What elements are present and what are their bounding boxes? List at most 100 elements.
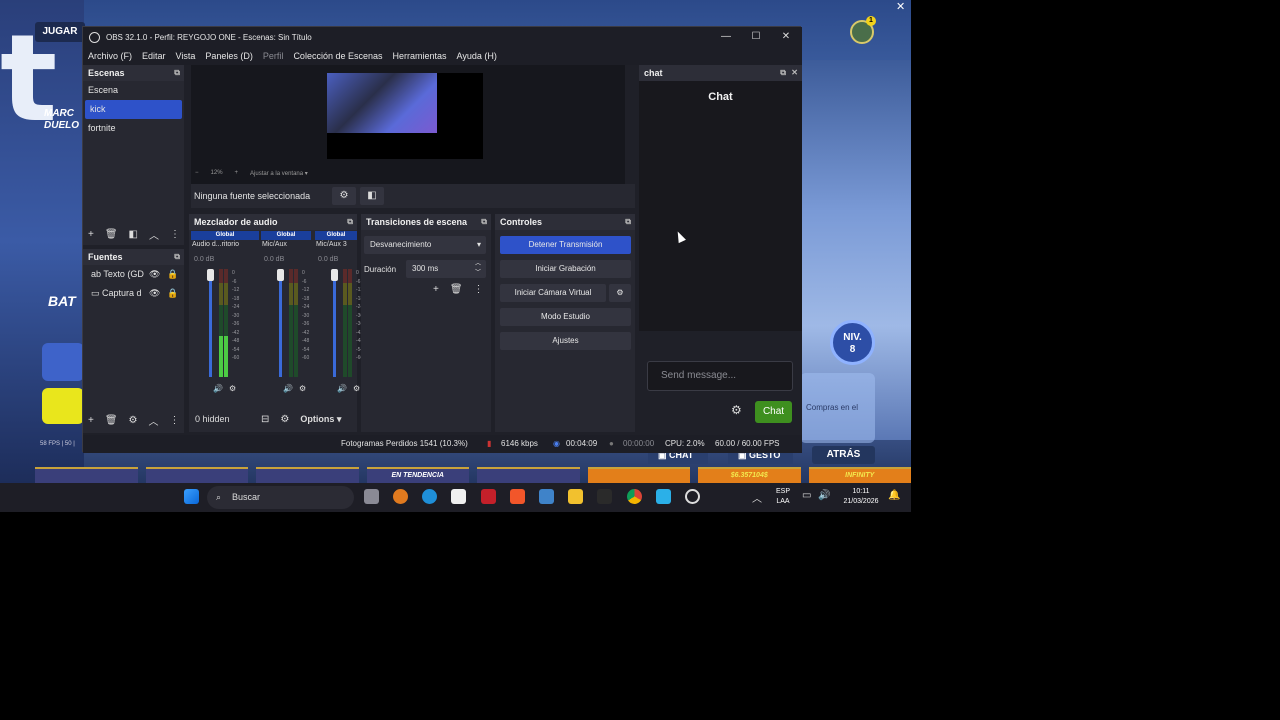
virtual-camera-button[interactable]: Iniciar Cámara Virtual bbox=[500, 284, 606, 302]
move-up-icon[interactable]: ︿ bbox=[149, 413, 159, 428]
store-icon[interactable] bbox=[451, 489, 466, 504]
properties-gear-icon[interactable]: ⚙ bbox=[332, 187, 356, 205]
game-play-button[interactable]: JUGAR bbox=[35, 22, 85, 42]
menu-view[interactable]: Vista bbox=[176, 51, 196, 61]
minimize-icon[interactable]: — bbox=[711, 27, 741, 47]
back-button[interactable]: ATRÁS bbox=[812, 446, 875, 464]
duration-spinbox[interactable]: 300 ms ︿ ﹀ bbox=[406, 260, 486, 278]
menu-tools[interactable]: Herramientas bbox=[393, 51, 447, 61]
filters-icon[interactable]: ◧ bbox=[360, 187, 384, 205]
menu-edit[interactable]: Editar bbox=[142, 51, 166, 61]
undock-icon[interactable]: ⧉ bbox=[347, 214, 353, 230]
taskbar-search[interactable]: ⌕ Buscar bbox=[207, 486, 354, 509]
mute-speaker-icon[interactable]: 🔊 bbox=[337, 384, 347, 393]
brave-icon[interactable] bbox=[510, 489, 525, 504]
windows-start-icon[interactable] bbox=[184, 489, 199, 504]
mixer-channel-label[interactable]: Mic/Aux 3 bbox=[316, 241, 347, 248]
menu-help[interactable]: Ayuda (H) bbox=[457, 51, 497, 61]
undock-icon[interactable]: ⧉ bbox=[174, 65, 180, 81]
options-dropdown[interactable]: Options ▾ bbox=[300, 414, 341, 425]
task-view-icon[interactable] bbox=[364, 489, 379, 504]
virtual-camera-gear-icon[interactable]: ⚙ bbox=[609, 284, 631, 302]
trash-icon[interactable]: 🗑 bbox=[450, 284, 463, 295]
volume-fader[interactable] bbox=[209, 269, 212, 377]
network-tray-icon[interactable]: ▭ bbox=[802, 490, 811, 501]
chrome-icon[interactable] bbox=[627, 489, 642, 504]
move-up-icon[interactable]: ︿ bbox=[149, 227, 159, 242]
shop-tile[interactable] bbox=[477, 467, 580, 483]
language-indicator[interactable]: ESP LAA bbox=[772, 487, 794, 507]
close-window-icon[interactable]: ✕ bbox=[771, 27, 801, 47]
scene-item[interactable]: fortnite bbox=[83, 119, 184, 138]
start-recording-button[interactable]: Iniciar Grabación bbox=[500, 260, 631, 278]
obs-taskbar-icon[interactable] bbox=[685, 489, 700, 504]
menu-profile[interactable]: Perfil bbox=[263, 51, 284, 61]
fader-handle[interactable] bbox=[277, 269, 284, 281]
chat-message-input[interactable]: Send message... bbox=[647, 361, 793, 391]
red-app-icon[interactable] bbox=[481, 489, 496, 504]
menu-scene-collection[interactable]: Colección de Escenas bbox=[293, 51, 382, 61]
undock-icon[interactable]: ⧉ bbox=[481, 214, 487, 230]
trash-icon[interactable]: 🗑 bbox=[105, 415, 118, 426]
transition-select[interactable]: Desvanecimiento ▾ bbox=[364, 236, 486, 254]
shop-tile[interactable] bbox=[256, 467, 359, 483]
gear-icon[interactable]: ⚙ bbox=[129, 415, 138, 426]
undock-icon[interactable]: ⧉ bbox=[174, 249, 180, 265]
stop-stream-button[interactable]: Detener Transmisión bbox=[500, 236, 631, 254]
eye-icon[interactable]: 👁 bbox=[149, 265, 160, 284]
channel-config-icon[interactable]: ⚙ bbox=[299, 384, 306, 393]
shop-tile[interactable]: EN TENDENCIA bbox=[366, 467, 469, 483]
settings-button[interactable]: Ajustes bbox=[500, 332, 631, 350]
more-icon[interactable]: ⋮ bbox=[474, 284, 484, 295]
add-icon[interactable]: + bbox=[88, 415, 94, 426]
zoom-fit-select[interactable]: Ajustar a la ventana ▾ bbox=[250, 170, 308, 177]
layout-toggle-icon[interactable]: ⊟ bbox=[261, 414, 269, 425]
chat-message-area[interactable]: Chat bbox=[639, 81, 802, 331]
more-icon[interactable]: ⋮ bbox=[170, 415, 180, 426]
scene-item-selected[interactable]: kick bbox=[85, 100, 182, 119]
title-bar[interactable]: OBS 32.1.0 - Perfil: REYGOJO ONE - Escen… bbox=[83, 27, 802, 47]
close-dock-icon[interactable]: ✕ bbox=[791, 65, 798, 81]
channel-config-icon[interactable]: ⚙ bbox=[353, 384, 360, 393]
zoom-in-icon[interactable]: + bbox=[235, 170, 239, 176]
scene-item[interactable]: Escena bbox=[83, 81, 184, 100]
close-icon[interactable]: ✕ bbox=[896, 0, 905, 13]
undock-icon[interactable]: ⧉ bbox=[780, 65, 786, 81]
blender-icon[interactable] bbox=[393, 489, 408, 504]
shop-tile[interactable] bbox=[587, 467, 690, 483]
notification-bell-icon[interactable]: 🔔 bbox=[888, 490, 900, 501]
clock[interactable]: 10:11 21/03/2026 bbox=[836, 487, 886, 507]
file-explorer-icon[interactable] bbox=[568, 489, 583, 504]
mute-speaker-icon[interactable]: 🔊 bbox=[283, 384, 293, 393]
add-icon[interactable]: + bbox=[88, 229, 94, 240]
game-settings-button[interactable] bbox=[42, 343, 84, 381]
spin-arrows-icon[interactable]: ︿ ﹀ bbox=[475, 260, 481, 278]
fortnite-icon[interactable] bbox=[656, 489, 671, 504]
undock-icon[interactable]: ⧉ bbox=[625, 214, 631, 230]
mute-speaker-icon[interactable]: 🔊 bbox=[213, 384, 223, 393]
menu-file[interactable]: Archivo (F) bbox=[88, 51, 132, 61]
chevron-up-icon[interactable]: ︿ bbox=[752, 490, 762, 505]
channel-config-icon[interactable]: ⚙ bbox=[229, 384, 236, 393]
trash-icon[interactable]: 🗑 bbox=[105, 229, 118, 240]
studio-mode-button[interactable]: Modo Estudio bbox=[500, 308, 631, 326]
source-item[interactable]: ab Texto (GD 👁 🔒 bbox=[83, 265, 184, 284]
maximize-icon[interactable]: ☐ bbox=[741, 27, 771, 47]
epic-games-icon[interactable] bbox=[597, 489, 612, 504]
mixer-channel-label[interactable]: Audio d...ritorio bbox=[192, 241, 239, 248]
chat-settings-gear-icon[interactable]: ⚙ bbox=[731, 403, 742, 417]
shop-panel[interactable]: Compras en el bbox=[800, 373, 875, 443]
remote-desktop-icon[interactable] bbox=[539, 489, 554, 504]
hidden-count[interactable]: 0 hidden bbox=[195, 414, 230, 424]
filter-icon[interactable]: ◧ bbox=[129, 229, 138, 240]
eye-icon[interactable]: 👁 bbox=[149, 284, 160, 303]
shop-tile[interactable]: $6.357104$ bbox=[698, 467, 801, 483]
edge-icon[interactable] bbox=[422, 489, 437, 504]
shop-tile[interactable] bbox=[145, 467, 248, 483]
volume-fader[interactable] bbox=[279, 269, 282, 377]
fader-handle[interactable] bbox=[331, 269, 338, 281]
shop-tile[interactable] bbox=[35, 467, 138, 483]
mixer-channel-label[interactable]: Mic/Aux bbox=[262, 241, 287, 248]
advanced-audio-icon[interactable]: ⚙ bbox=[280, 414, 289, 425]
volume-fader[interactable] bbox=[333, 269, 336, 377]
